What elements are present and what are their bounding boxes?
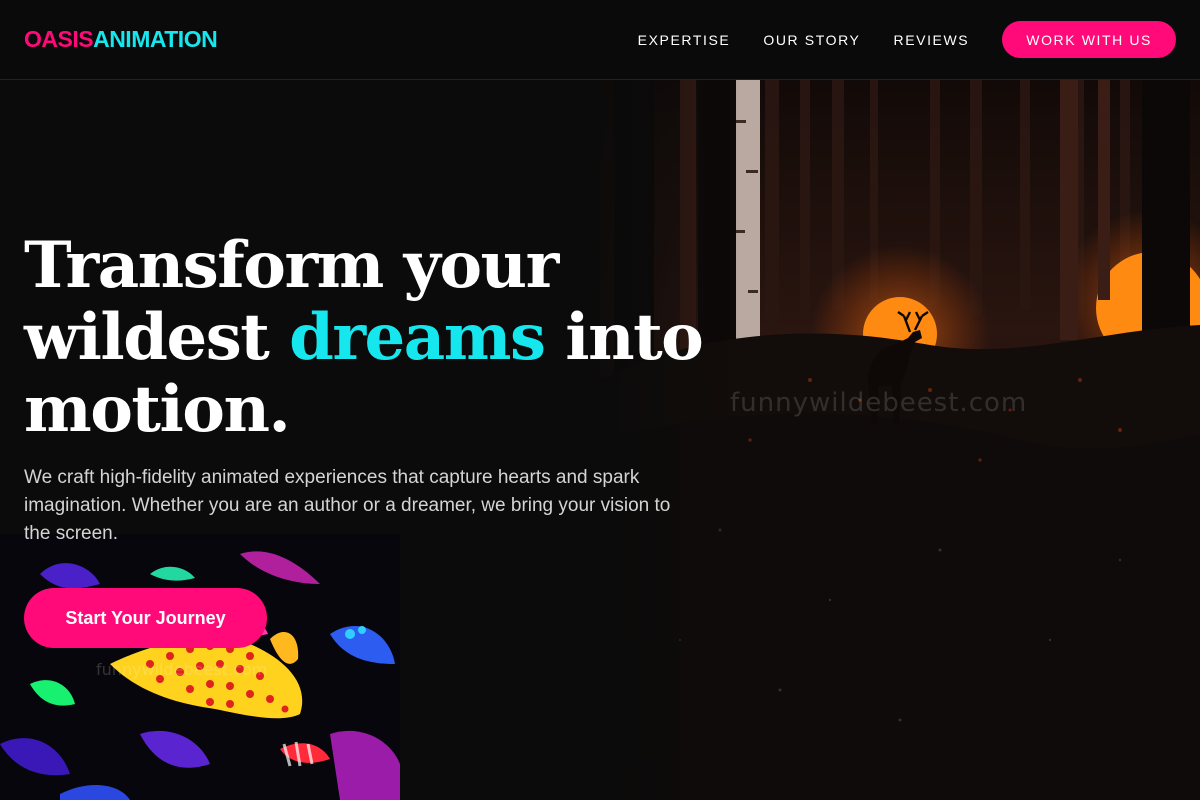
hero-subtext: We craft high-fidelity animated experien…: [24, 467, 671, 544]
logo-part-animation: ANIMATION: [93, 26, 218, 52]
start-your-journey-button[interactable]: Start Your Journey: [24, 588, 267, 648]
landing-page: OASISANIMATION EXPERTISE OUR STORY REVIE…: [0, 0, 1200, 800]
nav-link-reviews[interactable]: REVIEWS: [893, 32, 969, 48]
forest-image-watermark: funnywildebeest.com: [730, 388, 1028, 418]
hero-section: Transform your wildest dreams into motio…: [24, 230, 724, 548]
brand-logo[interactable]: OASISANIMATION: [24, 26, 218, 53]
creatures-image-watermark: funnywildebeest.com: [96, 660, 268, 679]
hero-headline: Transform your wildest dreams into motio…: [24, 230, 724, 446]
headline-accent-word: dreams: [289, 300, 546, 375]
work-with-us-button[interactable]: WORK WITH US: [1002, 21, 1176, 58]
logo-part-oasis: OASIS: [24, 26, 94, 52]
nav-link-our-story[interactable]: OUR STORY: [763, 32, 860, 48]
nav-link-expertise[interactable]: EXPERTISE: [638, 32, 731, 48]
site-header: OASISANIMATION EXPERTISE OUR STORY REVIE…: [0, 0, 1200, 80]
main-nav: EXPERTISE OUR STORY REVIEWS WORK WITH US: [638, 21, 1176, 58]
